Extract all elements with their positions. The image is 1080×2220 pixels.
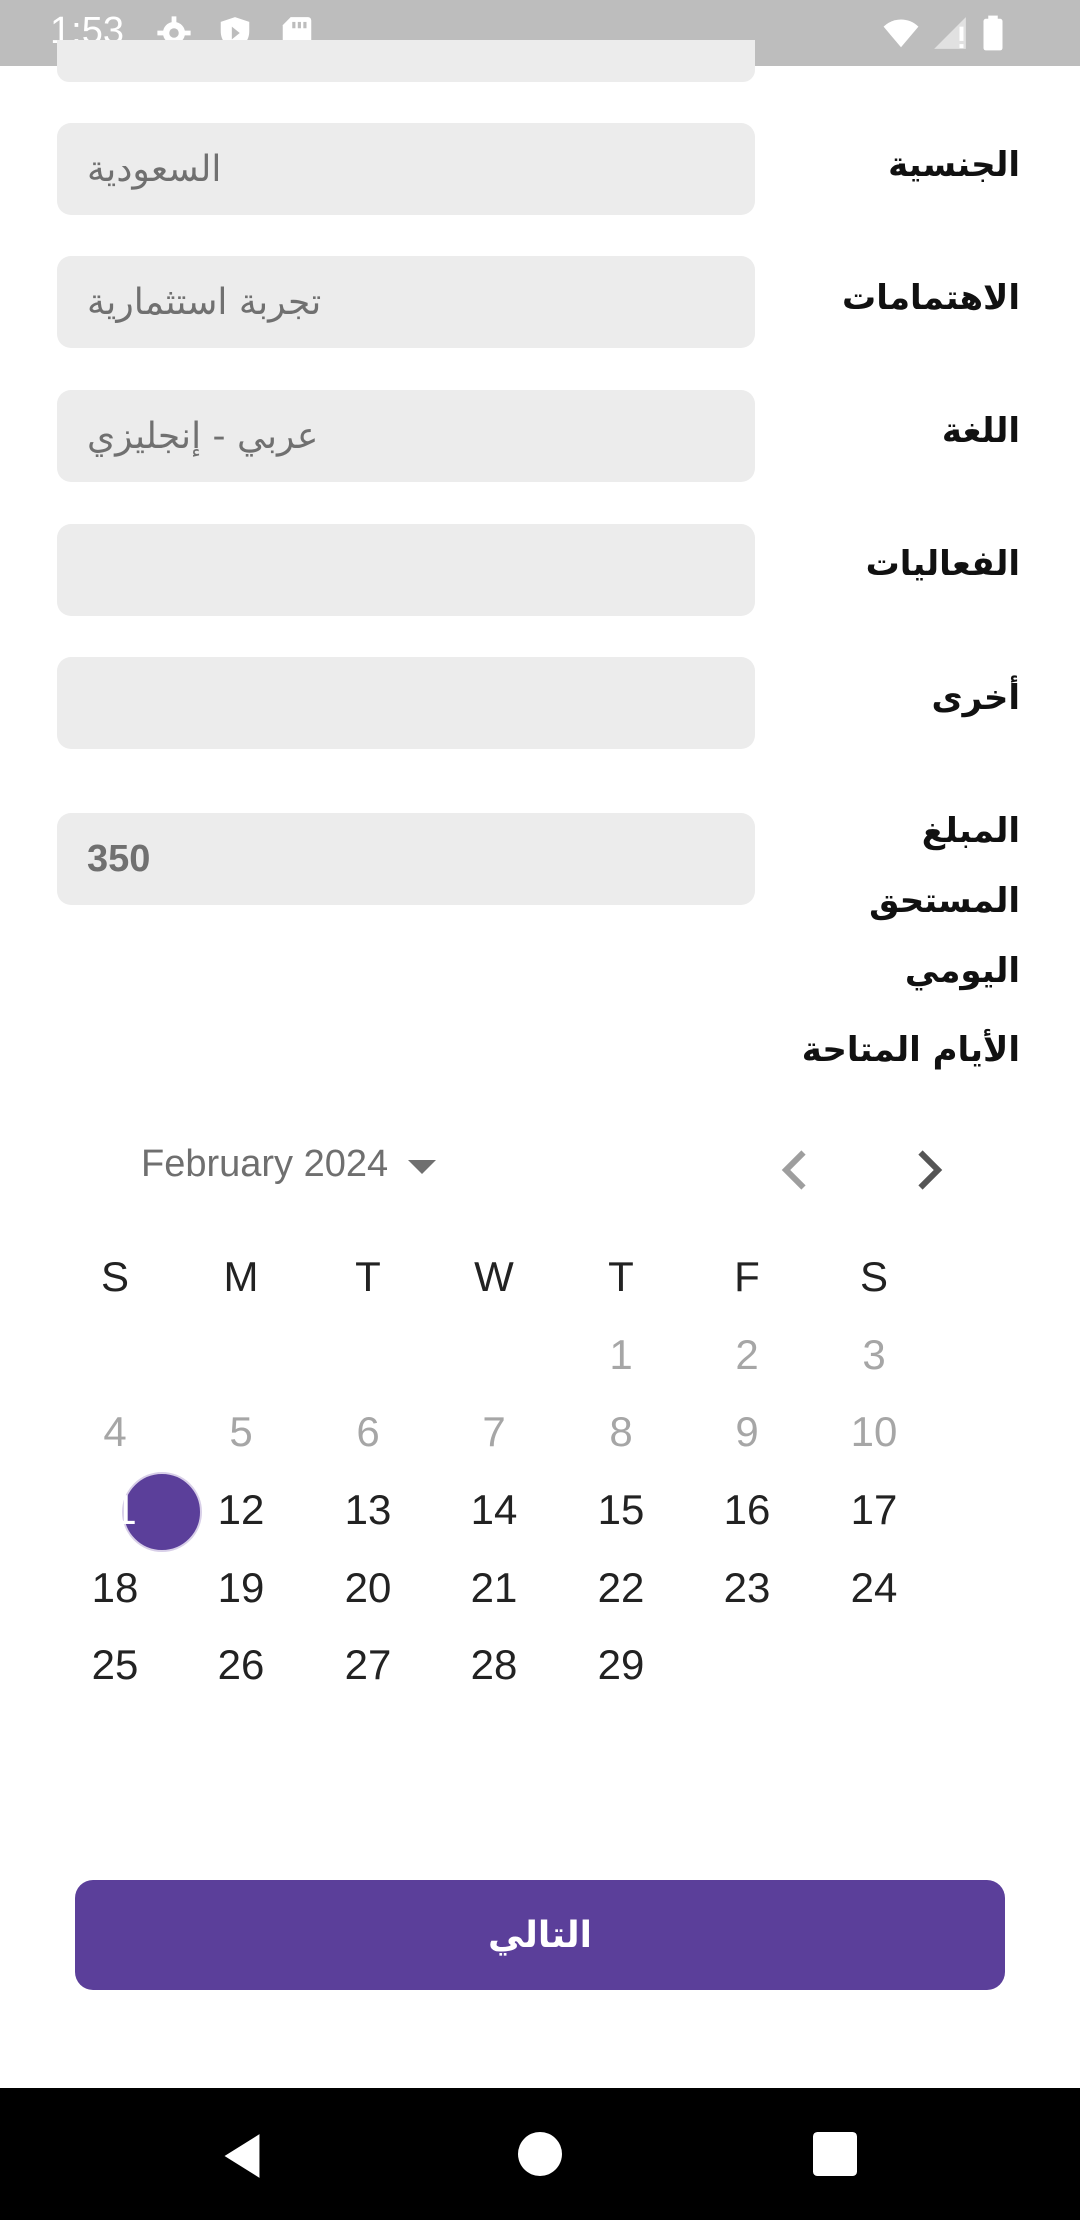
calendar-day[interactable]: 27 bbox=[323, 1641, 413, 1689]
calendar-day: 4 bbox=[103, 1408, 127, 1455]
calendar-day[interactable]: 23 bbox=[702, 1564, 792, 1612]
month-label: February 2024 bbox=[141, 1143, 389, 1185]
weekday-label: T bbox=[608, 1253, 634, 1300]
back-icon[interactable] bbox=[220, 2132, 264, 2180]
calendar-day: 9 bbox=[735, 1408, 759, 1455]
calendar-day: 3 bbox=[862, 1331, 886, 1378]
calendar-day[interactable]: 16 bbox=[702, 1486, 792, 1534]
previous-month-button[interactable] bbox=[766, 1140, 826, 1200]
weekday-label: S bbox=[859, 1253, 888, 1300]
language-label: اللغة bbox=[941, 411, 1020, 451]
wifi-icon bbox=[883, 19, 919, 48]
interests-field[interactable]: تجربة استثمارية bbox=[57, 256, 755, 348]
calendar-day: 2 bbox=[735, 1331, 759, 1378]
calendar-day[interactable]: 18 bbox=[70, 1564, 160, 1612]
next-month-button[interactable] bbox=[898, 1140, 958, 1200]
signal-icon bbox=[934, 17, 966, 49]
calendar-day[interactable]: 29 bbox=[576, 1641, 666, 1689]
calendar-day[interactable]: 25 bbox=[70, 1641, 160, 1689]
previous-field-clipped[interactable] bbox=[57, 40, 755, 82]
calendar-day: 1 bbox=[609, 1331, 633, 1378]
daily-amount-field[interactable]: 350 bbox=[57, 813, 755, 905]
calendar-day[interactable]: 24 bbox=[829, 1564, 919, 1612]
recents-icon[interactable] bbox=[813, 2132, 857, 2176]
navigation-bar bbox=[0, 2088, 1080, 2220]
calendar-day: 6 bbox=[356, 1408, 380, 1455]
weekday-label: F bbox=[734, 1253, 760, 1300]
calendar-day[interactable]: 28 bbox=[449, 1641, 539, 1689]
weekday-label: M bbox=[223, 1253, 259, 1300]
next-button[interactable]: التالي bbox=[75, 1880, 1005, 1990]
dropdown-arrow-icon bbox=[408, 1159, 437, 1174]
weekday-label: W bbox=[474, 1253, 514, 1300]
calendar-day[interactable]: 14 bbox=[449, 1486, 539, 1534]
calendar-day[interactable]: 17 bbox=[829, 1486, 919, 1534]
interests-label: الاهتمامات bbox=[842, 278, 1020, 318]
calendar-day: 8 bbox=[609, 1408, 633, 1455]
calendar-day[interactable]: 15 bbox=[576, 1486, 666, 1534]
calendar-day[interactable]: 12 bbox=[196, 1486, 286, 1534]
weekday-label: T bbox=[355, 1253, 381, 1300]
calendar-day: 5 bbox=[229, 1408, 253, 1455]
events-field[interactable] bbox=[57, 524, 755, 616]
nationality-field[interactable]: السعودية bbox=[57, 123, 755, 215]
other-field[interactable] bbox=[57, 657, 755, 749]
calendar-day[interactable]: 26 bbox=[196, 1641, 286, 1689]
month-selector[interactable]: February 2024 bbox=[141, 1143, 437, 1186]
daily-amount-label: المبلغ المستحق اليومي bbox=[869, 811, 1020, 991]
calendar-day[interactable]: 13 bbox=[323, 1486, 413, 1534]
battery-icon bbox=[983, 15, 1003, 51]
calendar-day[interactable]: 21 bbox=[449, 1564, 539, 1612]
available-days-title: الأيام المتاحة bbox=[801, 1030, 1020, 1070]
calendar-day-selected[interactable]: 11 bbox=[70, 1486, 160, 1534]
calendar-day[interactable]: 20 bbox=[323, 1564, 413, 1612]
language-field[interactable]: عربي - إنجليزي bbox=[57, 390, 755, 482]
other-label: أخرى bbox=[931, 678, 1020, 718]
calendar-day: 7 bbox=[482, 1408, 506, 1455]
calendar-day[interactable]: 19 bbox=[196, 1564, 286, 1612]
calendar-day: 10 bbox=[850, 1408, 898, 1455]
weekday-label: S bbox=[100, 1253, 129, 1300]
nationality-label: الجنسية bbox=[888, 145, 1020, 185]
calendar-day[interactable]: 22 bbox=[576, 1564, 666, 1612]
events-label: الفعاليات bbox=[865, 544, 1020, 584]
home-icon[interactable] bbox=[518, 2132, 562, 2176]
